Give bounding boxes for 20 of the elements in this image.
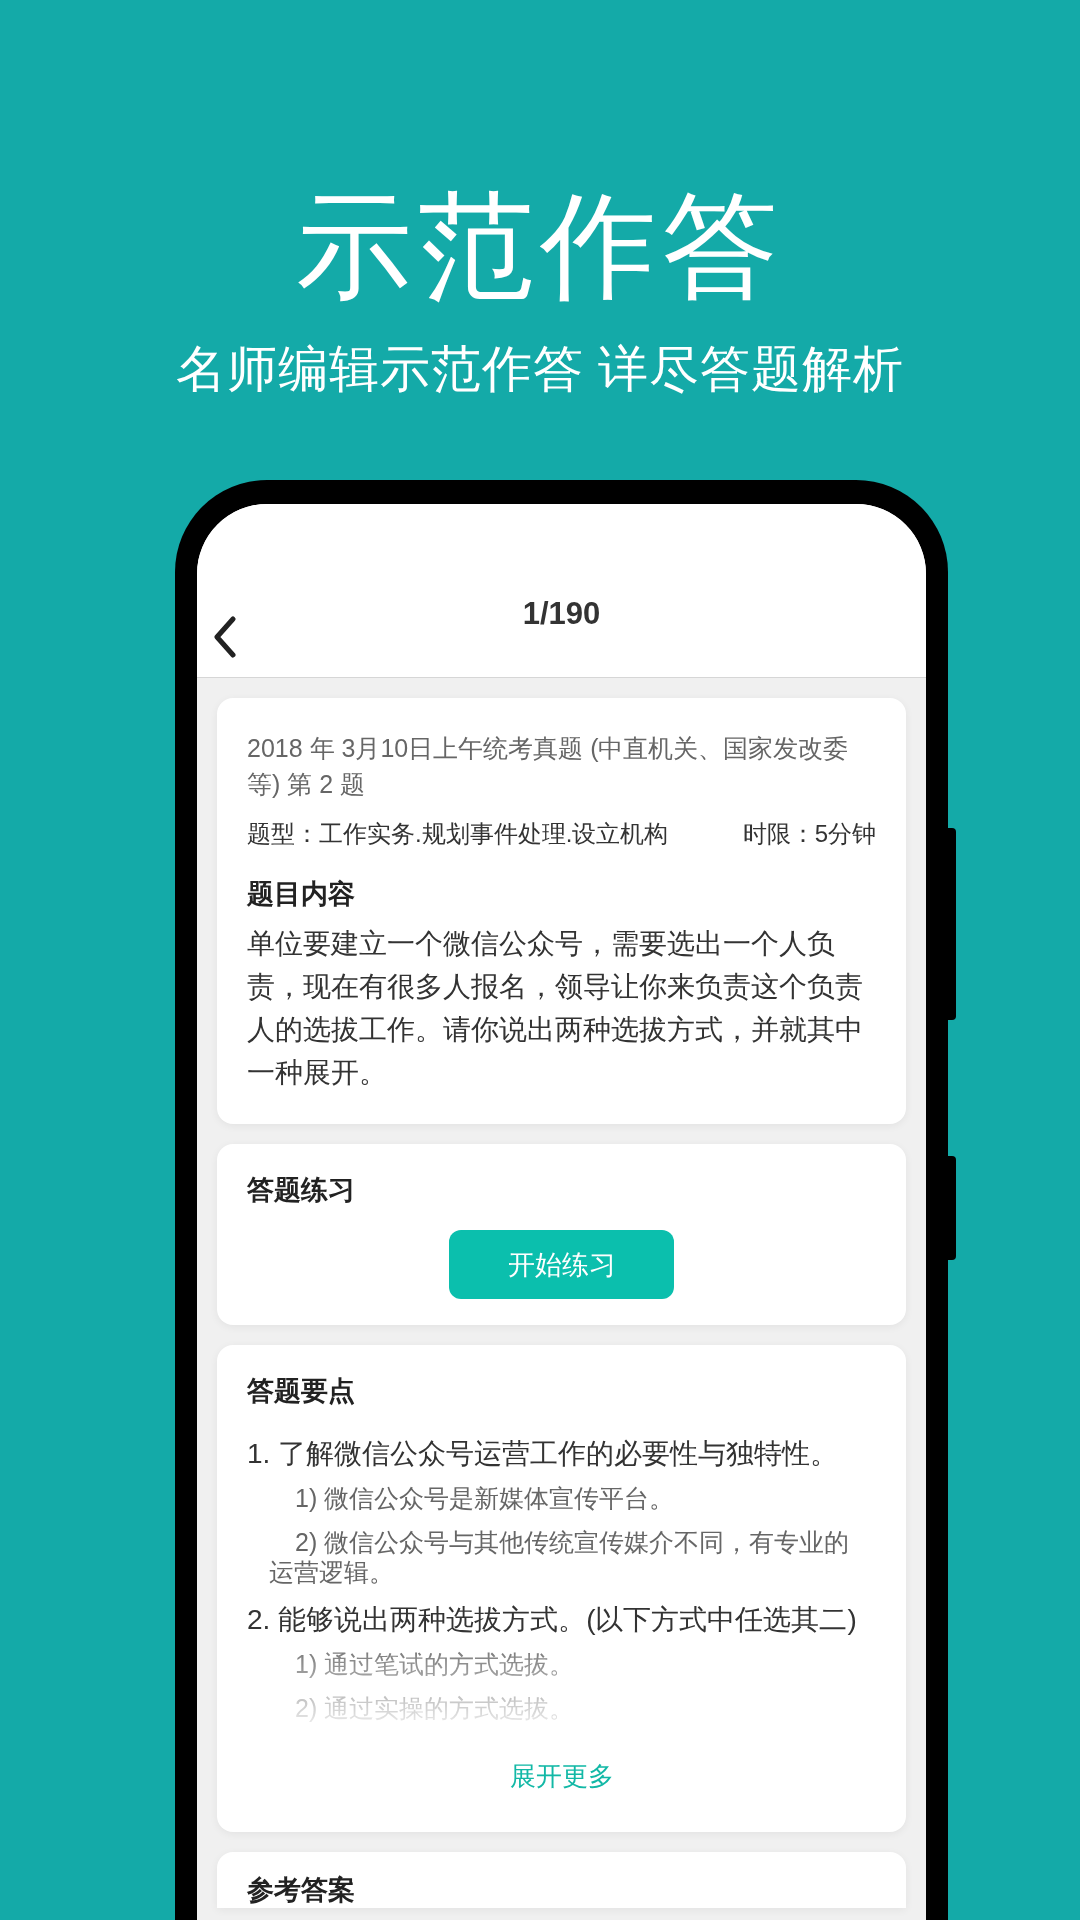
sub-point-item: 1) 微信公众号是新媒体宣传平台。 — [294, 1483, 676, 1513]
page-subtitle: 名师编辑示范作答 详尽答题解析 — [175, 344, 905, 394]
time-limit: 时限：5分钟 — [742, 819, 876, 849]
start-practice-button[interactable]: 开始练习 — [449, 1230, 674, 1299]
sub-point-item: 2) 通过实操的方式选拔。 — [294, 1693, 576, 1723]
page-title: 示范作答 — [296, 188, 784, 304]
question-source: 2018 年 3月10日上午统考真题 (中直机关、国家发改委等) 第 2 题 — [247, 733, 850, 800]
expand-more-link[interactable]: 展开更多 — [509, 1759, 614, 1794]
sub-point-item: 1) 通过笔试的方式选拔。 — [294, 1649, 576, 1679]
section-heading: 参考答案 — [247, 1874, 356, 1907]
section-heading: 答题练习 — [247, 1174, 356, 1207]
section-heading: 答题要点 — [247, 1375, 356, 1408]
sub-point-item: 2) 微信公众号与其他传统宣传媒介不同，有专业的运营逻辑。 — [269, 1527, 851, 1587]
point-item: 2. 能够说出两种选拔方式。(以下方式中任选其二) — [247, 1603, 858, 1637]
question-type: 题型：工作实务.规划事件处理.设立机构 — [247, 819, 669, 849]
question-text: 单位要建立一个微信公众号，需要选出一个人负责，现在有很多人报名，领导让你来负责这个负责人的选拔工作。请你说出两种选拔方式，并就其中一种展开。 — [247, 927, 864, 1090]
page-counter: 1/190 — [522, 596, 601, 632]
back-icon[interactable] — [213, 616, 237, 658]
point-item: 1. 了解微信公众号运营工作的必要性与独特性。 — [247, 1437, 840, 1471]
section-heading: 题目内容 — [247, 878, 356, 911]
